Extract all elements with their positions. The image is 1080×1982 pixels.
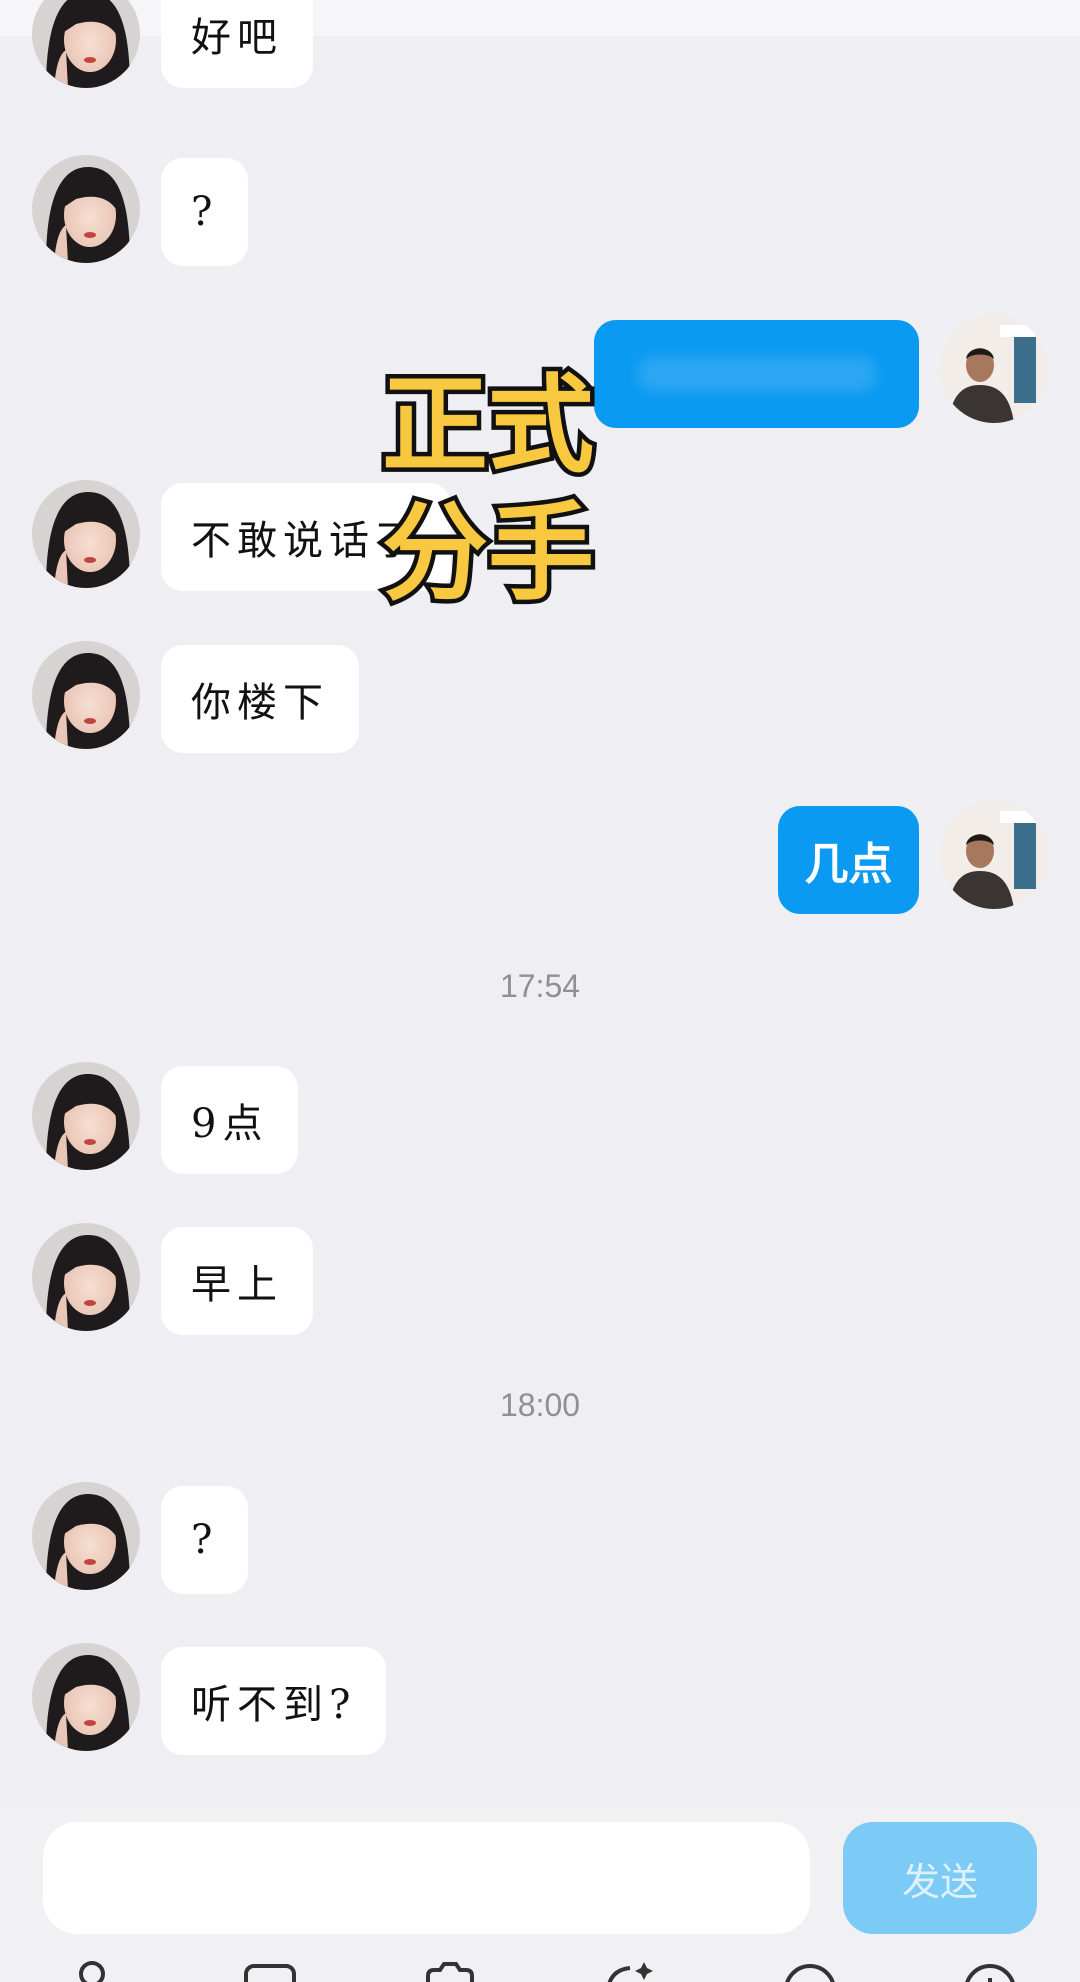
timestamp: 18:00 — [499, 1387, 581, 1423]
contact-avatar[interactable] — [32, 480, 140, 588]
chat-screen: 好吧 ? 不敢说话了 你楼下 几点 17:54 9点 早上 18:00 ? 听不… — [0, 0, 1080, 1982]
blurred-content — [636, 356, 877, 392]
message-text: ? — [191, 189, 219, 235]
message-bubble: 你楼下 — [161, 645, 359, 753]
message-bubble: 听不到? — [161, 1647, 387, 1755]
message-text: 听不到? — [191, 1682, 357, 1728]
overlay-caption: 正式 分手 — [378, 360, 599, 620]
emoji-icon[interactable] — [780, 1960, 840, 1982]
contact-avatar[interactable] — [32, 1223, 140, 1331]
overlay-line-2: 分手 — [378, 488, 599, 620]
message-input[interactable] — [43, 1822, 810, 1934]
message-text: 几点 — [804, 839, 893, 890]
message-text: 早上 — [191, 1262, 283, 1308]
message-bubble: 早上 — [161, 1227, 313, 1335]
message-text: 你楼下 — [191, 680, 329, 726]
message-bubble-blurred — [594, 320, 919, 428]
message-bubble: 9点 — [161, 1066, 299, 1174]
message-bubble: 好吧 — [161, 0, 313, 88]
message-text: ? — [191, 1517, 219, 1563]
contact-avatar[interactable] — [32, 0, 140, 88]
message-bubble: ? — [161, 158, 249, 266]
contact-avatar[interactable] — [32, 1062, 140, 1170]
sparkle-icon[interactable] — [600, 1960, 660, 1982]
send-button[interactable]: 发送 — [843, 1822, 1037, 1934]
contact-avatar[interactable] — [32, 641, 140, 749]
camera-icon[interactable] — [420, 1960, 480, 1982]
timestamp: 17:54 — [499, 968, 581, 1004]
message-bubble: ? — [161, 1486, 249, 1594]
user-icon[interactable] — [62, 1960, 122, 1982]
contact-avatar[interactable] — [32, 1643, 140, 1751]
message-bubble: 几点 — [778, 806, 919, 914]
image-icon[interactable] — [240, 1960, 300, 1982]
user-avatar[interactable] — [940, 315, 1048, 423]
contact-avatar[interactable] — [32, 155, 140, 263]
plus-icon[interactable] — [960, 1960, 1020, 1982]
message-text: 好吧 — [191, 15, 283, 61]
contact-avatar[interactable] — [32, 1482, 140, 1590]
user-avatar[interactable] — [940, 801, 1048, 909]
overlay-line-1: 正式 — [378, 360, 599, 492]
message-text: 9点 — [191, 1101, 269, 1147]
